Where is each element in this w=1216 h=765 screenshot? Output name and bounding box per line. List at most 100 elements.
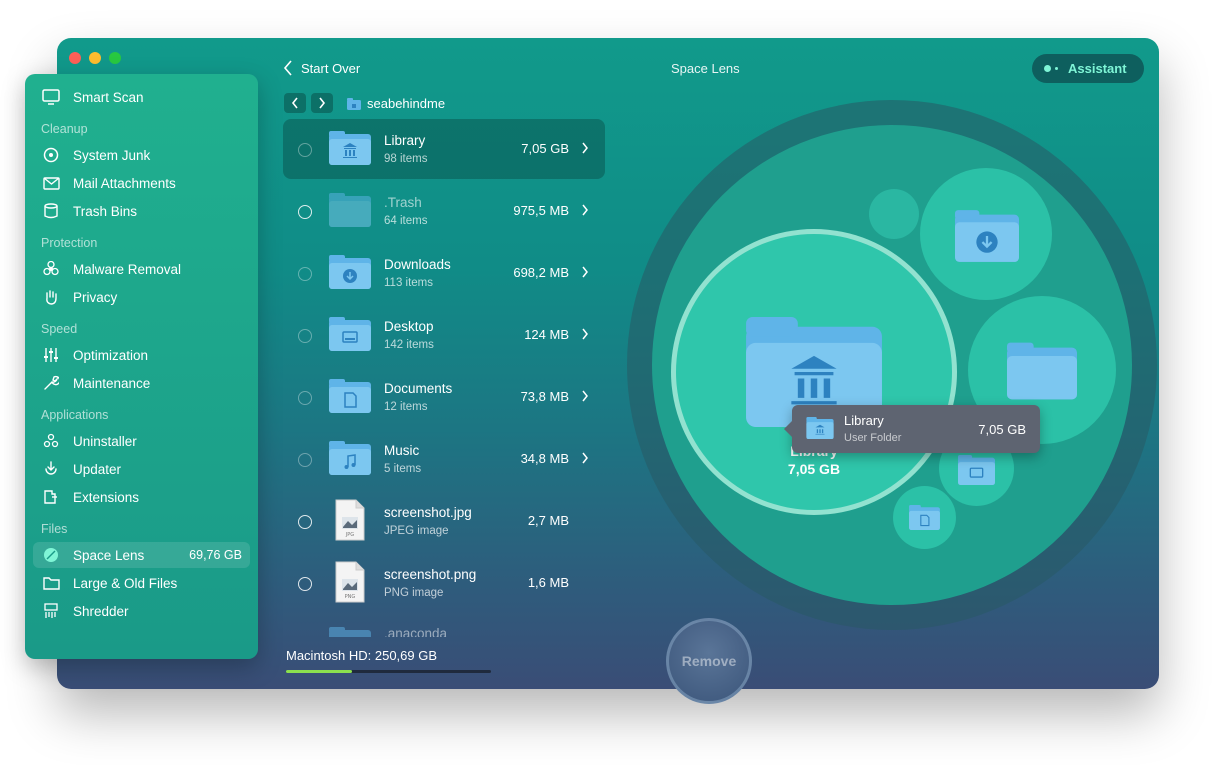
sidebar-item-mail-attachments[interactable]: Mail Attachments xyxy=(33,170,250,196)
file-name: .anaconda xyxy=(384,626,448,637)
library-folder-icon xyxy=(806,417,834,439)
sidebar-item-label: Optimization xyxy=(73,347,149,363)
sidebar-item-malware-removal[interactable]: Malware Removal xyxy=(33,256,250,282)
select-checkbox[interactable] xyxy=(298,391,312,405)
forward-button[interactable] xyxy=(311,93,333,113)
sidebar-item-label: System Junk xyxy=(73,147,151,163)
downloads-folder-icon xyxy=(329,255,371,289)
folder-icon xyxy=(1007,342,1077,400)
section-cleanup: Cleanup xyxy=(41,122,88,136)
tooltip-name: Library xyxy=(844,413,884,428)
close-window-button[interactable] xyxy=(69,52,81,64)
list-item-trash[interactable]: .Trash 64 items 975,5 MB xyxy=(283,181,605,241)
sidebar-item-label: Maintenance xyxy=(73,375,151,391)
sidebar-item-label: Shredder xyxy=(73,603,129,619)
svg-text:JPG: JPG xyxy=(345,532,354,538)
back-button[interactable] xyxy=(284,93,306,113)
sidebar-item-system-junk[interactable]: System Junk xyxy=(33,142,250,168)
assistant-button[interactable]: Assistant xyxy=(1032,54,1144,83)
home-folder-icon xyxy=(347,97,361,110)
select-checkbox[interactable] xyxy=(298,577,312,591)
list-item-library[interactable]: Library 98 items 7,05 GB xyxy=(283,119,605,179)
file-size: 2,7 MB xyxy=(527,513,569,528)
select-checkbox[interactable] xyxy=(298,143,312,157)
bubble-small[interactable] xyxy=(869,189,919,239)
file-name: screenshot.jpg xyxy=(384,505,472,520)
sidebar-item-smart-scan[interactable]: Smart Scan xyxy=(33,84,250,110)
sidebar-item-extensions[interactable]: Extensions xyxy=(33,484,250,510)
chevron-right-icon[interactable] xyxy=(581,203,589,217)
file-size: 34,8 MB xyxy=(520,451,569,466)
file-subtitle: 142 items xyxy=(384,339,434,351)
file-subtitle: 98 items xyxy=(384,153,428,165)
remove-button[interactable]: Remove xyxy=(666,618,752,704)
breadcrumb-folder: seabehindme xyxy=(367,96,446,111)
file-name: Documents xyxy=(384,381,453,396)
list-item-documents[interactable]: Documents 12 items 73,8 MB xyxy=(283,367,605,427)
list-item-screenshot-jpg[interactable]: JPG screenshot.jpg JPEG image 2,7 MB xyxy=(283,491,605,551)
section-applications: Applications xyxy=(41,408,109,422)
wrench-icon xyxy=(44,375,59,390)
select-checkbox[interactable] xyxy=(298,453,312,467)
sidebar-item-optimization[interactable]: Optimization xyxy=(33,342,250,368)
trash-icon xyxy=(44,203,58,219)
file-size: 975,5 MB xyxy=(513,203,569,218)
sidebar-item-uninstaller[interactable]: Uninstaller xyxy=(33,428,250,454)
list-item-music[interactable]: Music 5 items 34,8 MB xyxy=(283,429,605,489)
select-checkbox[interactable] xyxy=(298,515,312,529)
chevron-right-icon[interactable] xyxy=(581,141,589,155)
chevron-right-icon[interactable] xyxy=(581,451,589,465)
sidebar-item-space-lens[interactable]: Space Lens 69,76 GB xyxy=(33,542,250,568)
section-speed: Speed xyxy=(41,322,78,336)
biohazard-icon xyxy=(43,261,59,276)
desktop-folder-icon xyxy=(329,317,371,351)
start-over-button[interactable]: Start Over xyxy=(283,60,360,76)
zoom-window-button[interactable] xyxy=(109,52,121,64)
sidebar-item-trash-bins[interactable]: Trash Bins xyxy=(33,198,250,224)
sidebar-item-label: Smart Scan xyxy=(73,89,144,105)
file-subtitle: 12 items xyxy=(384,401,428,413)
file-subtitle: 64 items xyxy=(384,215,428,227)
sidebar-item-updater[interactable]: Updater xyxy=(33,456,250,482)
sidebar-item-shredder[interactable]: Shredder xyxy=(33,598,250,624)
assistant-label: Assistant xyxy=(1068,61,1127,76)
chevron-right-icon xyxy=(319,97,326,109)
file-subtitle: 5 items xyxy=(384,463,422,475)
select-checkbox[interactable] xyxy=(298,329,312,343)
file-size: 73,8 MB xyxy=(520,389,569,404)
sliders-icon xyxy=(44,348,58,362)
assistant-dots-icon xyxy=(1044,65,1058,72)
select-checkbox[interactable] xyxy=(298,205,312,219)
file-subtitle: JPEG image xyxy=(384,525,449,537)
select-checkbox[interactable] xyxy=(298,267,312,281)
sidebar-item-large-old-files[interactable]: Large & Old Files xyxy=(33,570,250,596)
list-item-screenshot-png[interactable]: PNG screenshot.png PNG image 1,6 MB xyxy=(283,553,605,613)
minimize-window-button[interactable] xyxy=(89,52,101,64)
svg-text:PNG: PNG xyxy=(345,594,356,600)
sidebar-item-label: Space Lens xyxy=(73,547,145,563)
sidebar-item-label: Malware Removal xyxy=(73,261,182,277)
sidebar-item-label: Privacy xyxy=(73,289,118,305)
tooltip-subtitle: User Folder xyxy=(844,432,902,444)
jpg-file-icon: JPG xyxy=(335,499,365,541)
file-subtitle: 113 items xyxy=(384,277,434,289)
list-item-anaconda[interactable]: .anaconda xyxy=(283,615,605,637)
hand-icon xyxy=(46,290,57,305)
folder-icon xyxy=(329,193,371,227)
list-item-desktop[interactable]: Desktop 142 items 124 MB xyxy=(283,305,605,365)
music-folder-icon xyxy=(329,441,371,475)
sidebar-item-privacy[interactable]: Privacy xyxy=(33,284,250,310)
list-item-downloads[interactable]: Downloads 113 items 698,2 MB xyxy=(283,243,605,303)
sidebar-item-maintenance[interactable]: Maintenance xyxy=(33,370,250,396)
chevron-right-icon[interactable] xyxy=(581,265,589,279)
sidebar-item-label: Uninstaller xyxy=(73,433,137,449)
breadcrumb[interactable]: seabehindme xyxy=(347,96,445,111)
window-title: Space Lens xyxy=(671,61,740,76)
chevron-right-icon[interactable] xyxy=(581,327,589,341)
file-size: 698,2 MB xyxy=(513,265,569,280)
file-name: Library xyxy=(384,133,426,148)
disk-usage-bar xyxy=(286,670,491,673)
chevron-right-icon[interactable] xyxy=(581,389,589,403)
section-files: Files xyxy=(41,522,68,536)
mail-icon xyxy=(42,176,60,190)
